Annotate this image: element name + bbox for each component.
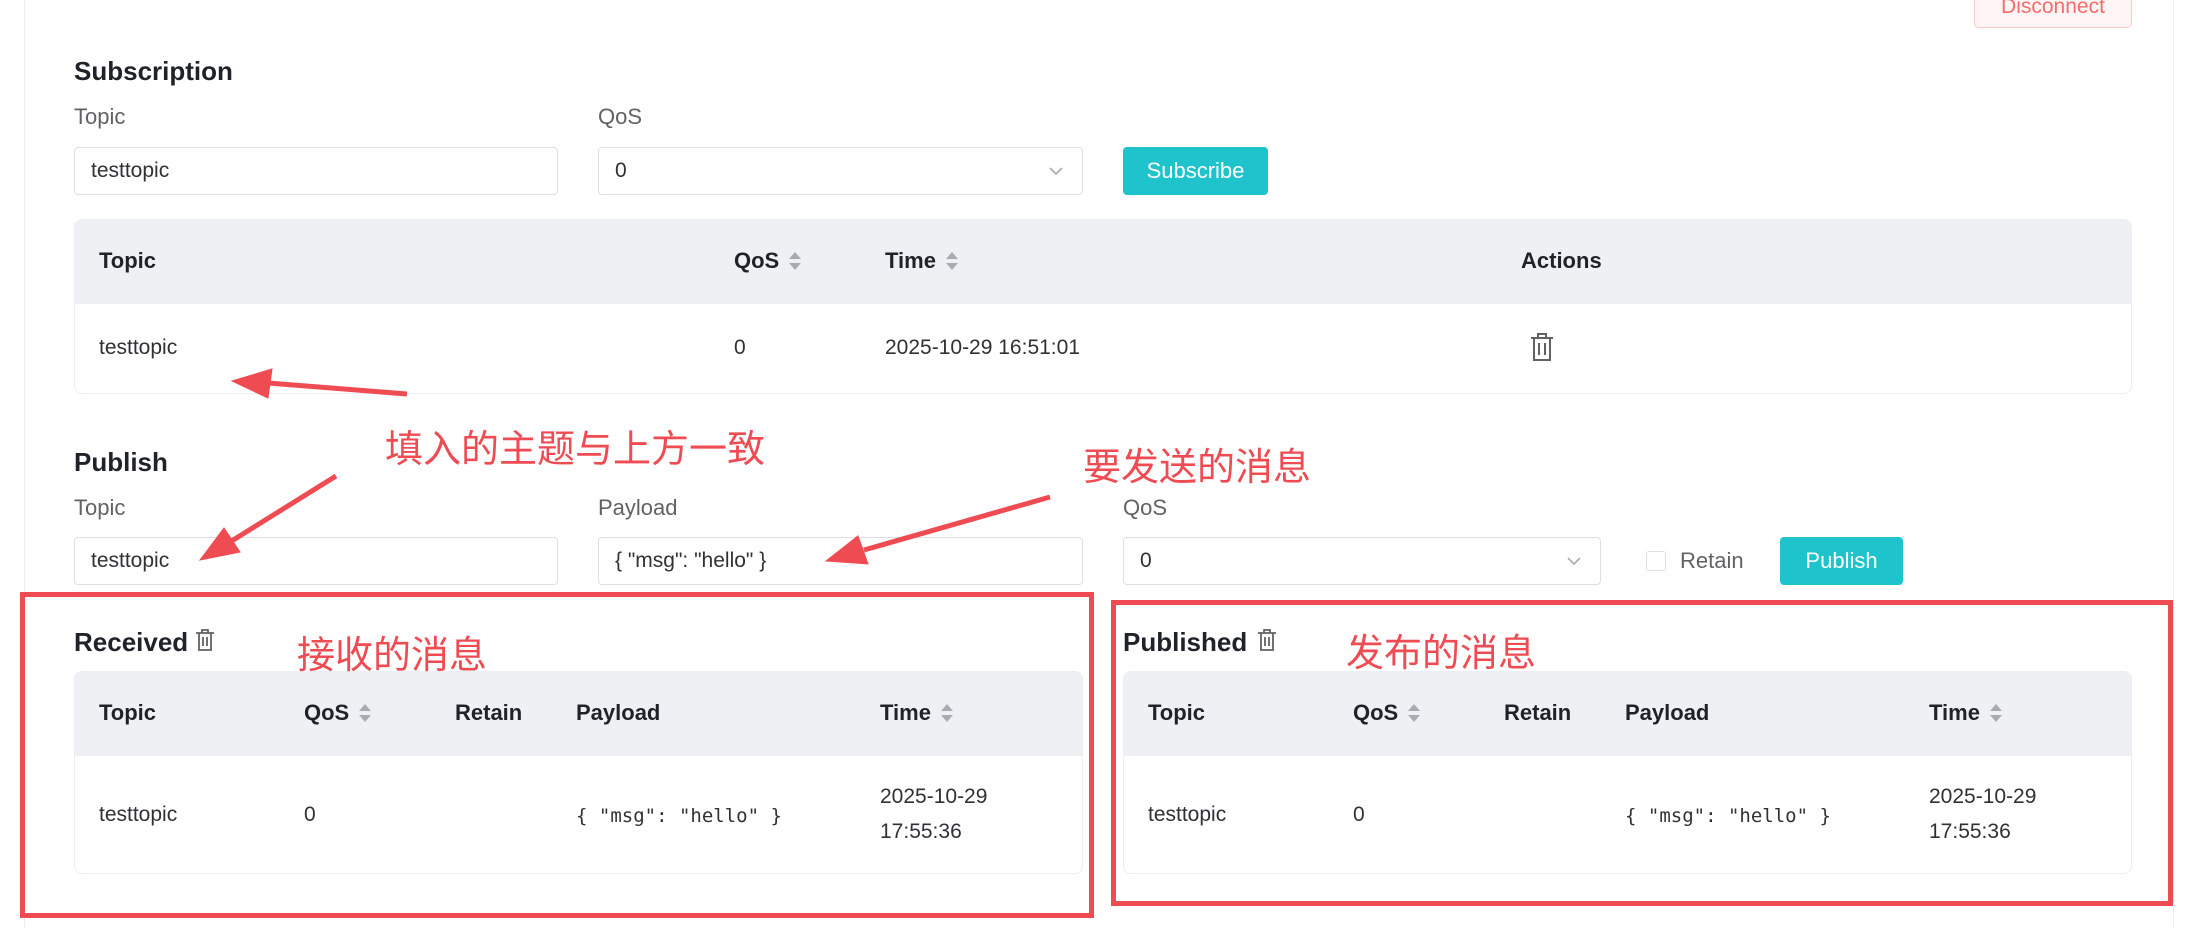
column-header-qos[interactable]: QoS — [734, 248, 802, 274]
publish-qos-select[interactable]: 0 — [1123, 537, 1601, 585]
sort-caret-icon[interactable] — [789, 251, 802, 271]
subscription-qos-label: QoS — [598, 104, 643, 129]
publish-title: Publish — [74, 447, 168, 477]
row-time: 2025-10-29 16:51:01 — [885, 336, 1080, 359]
subscription-topic-label: Topic — [74, 104, 126, 129]
publish-payload-value: { "msg": "hello" } — [615, 549, 767, 572]
retain-label: Retain — [1680, 548, 1744, 573]
published-annotation-box — [1111, 600, 2173, 906]
published-annotation-text: 发布的消息 — [1346, 631, 1537, 675]
sort-caret-icon[interactable] — [945, 251, 958, 271]
retain-checkbox[interactable] — [1646, 551, 1666, 571]
trash-icon[interactable] — [1529, 332, 1555, 362]
subscription-title: Subscription — [74, 56, 233, 86]
column-header-time[interactable]: Time — [885, 248, 958, 274]
subscription-topic-value: testtopic — [91, 159, 170, 182]
row-topic: testtopic — [99, 336, 178, 359]
subscription-qos-select[interactable]: 0 — [598, 147, 1083, 195]
publish-topic-label: Topic — [74, 495, 126, 520]
publish-payload-label: Payload — [598, 495, 678, 520]
payload-annotation-text: 要发送的消息 — [1083, 445, 1312, 489]
publish-topic-value: testtopic — [91, 549, 170, 572]
chevron-down-icon — [1049, 167, 1063, 176]
column-header-actions: Actions — [1521, 248, 1602, 273]
publish-qos-value: 0 — [1140, 549, 1152, 572]
subscribe-button[interactable]: Subscribe — [1123, 147, 1268, 195]
topic-annotation-text: 填入的主题与上方一致 — [385, 427, 766, 471]
column-header-topic: Topic — [99, 248, 157, 273]
publish-payload-input[interactable]: { "msg": "hello" } — [598, 537, 1083, 585]
chevron-down-icon — [1567, 557, 1581, 566]
subscription-table: Topic QoS Time Actions testtopic 0 2025-… — [74, 219, 2132, 394]
row-qos: 0 — [734, 336, 746, 359]
received-annotation-text: 接收的消息 — [297, 633, 488, 677]
subscription-topic-input[interactable]: testtopic — [74, 147, 558, 195]
publish-button[interactable]: Publish — [1780, 537, 1903, 585]
subscription-qos-value: 0 — [615, 159, 627, 182]
subscription-table-header: Topic QoS Time Actions — [75, 220, 2131, 304]
received-annotation-box — [20, 592, 1094, 918]
disconnect-button[interactable]: Disconnect — [1974, 0, 2132, 28]
publish-qos-label: QoS — [1123, 495, 1168, 520]
publish-topic-input[interactable]: testtopic — [74, 537, 558, 585]
